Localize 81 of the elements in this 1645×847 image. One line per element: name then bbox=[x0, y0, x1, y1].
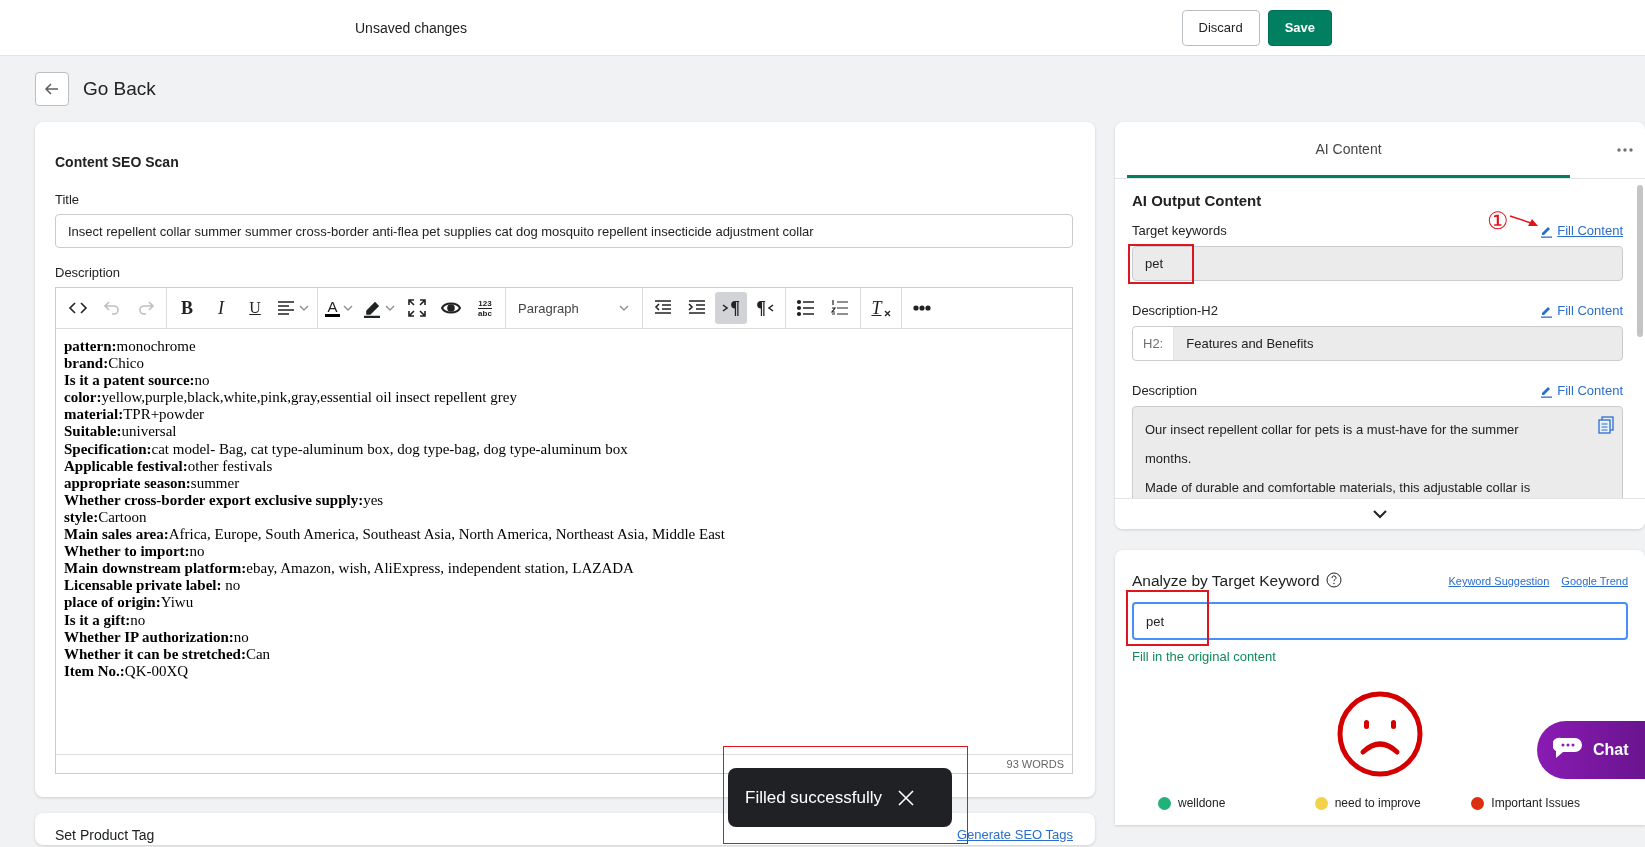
underline-button[interactable]: U bbox=[239, 292, 271, 324]
editor-line: Specification:cat model- Bag, cat type-aluminum box, dog type-bag, dog type-aluminum box bbox=[64, 440, 629, 458]
fill-content-link[interactable]: Fill Content bbox=[1540, 303, 1623, 318]
fullscreen-icon bbox=[407, 298, 427, 318]
right-to-left-button[interactable]: ¶ bbox=[749, 292, 781, 324]
editor-line: Whether IP authorization:no bbox=[64, 628, 250, 646]
unsaved-changes-label: Unsaved changes bbox=[355, 19, 469, 36]
discard-button[interactable]: Discard bbox=[1181, 9, 1260, 46]
back-button[interactable] bbox=[35, 72, 69, 106]
sad-face-icon bbox=[1336, 690, 1424, 778]
redo-icon bbox=[136, 298, 156, 318]
description-paragraph: Made of durable and comfortable materials, this adjustable collar is bbox=[1145, 479, 1532, 497]
section-title: Analyze by Target Keyword bbox=[1132, 572, 1320, 590]
editor-line: Whether it can be stretched:Can bbox=[64, 645, 272, 663]
editor-line: Item No.:QK-00XQ bbox=[64, 662, 190, 680]
google-trend-link[interactable]: Google Trend bbox=[1561, 575, 1628, 587]
help-icon[interactable] bbox=[1325, 572, 1342, 588]
editor-line: pattern:monochrome bbox=[64, 338, 197, 356]
editor-line: Main sales area:Africa, Europe, South America, Southeast Asia, North America, Northeast Asia, Middle East bbox=[64, 526, 726, 544]
field-label: Description bbox=[55, 265, 122, 280]
tab[interactable]: AI Content bbox=[1127, 122, 1570, 178]
arrow-icon bbox=[1509, 214, 1539, 228]
keyword-field[interactable]: pet bbox=[1132, 602, 1628, 640]
bulleted-list-icon bbox=[796, 298, 816, 318]
editor-line: brand:Chico bbox=[64, 355, 146, 373]
format-dropdown[interactable]: Paragraph bbox=[510, 292, 638, 324]
italic-button[interactable]: I bbox=[205, 292, 237, 324]
editor-line: Whether to import:no bbox=[64, 543, 206, 561]
description-paragraph: Our insect repellent collar for pets is a must-have for the summer months. bbox=[1145, 421, 1520, 468]
field-label: Target keywords bbox=[1132, 223, 1227, 238]
legend-label: need to improve bbox=[1334, 796, 1421, 810]
card-title: Set Product Tag bbox=[55, 827, 155, 845]
scrollbar-thumb[interactable] bbox=[1637, 185, 1643, 337]
align-icon bbox=[276, 298, 296, 318]
left-to-right-button[interactable]: ¶ bbox=[715, 292, 747, 324]
editor-line: style:Cartoon bbox=[64, 508, 148, 527]
word-count-label: 93 WORDS bbox=[1005, 757, 1065, 772]
numbered-list-icon bbox=[830, 298, 850, 318]
text-color-button[interactable]: A bbox=[322, 292, 357, 324]
editor-line: appropriate season:summer bbox=[64, 474, 241, 492]
editor-line: Is it a gift:no bbox=[64, 611, 147, 629]
keyword-suggestion-link[interactable]: Keyword Suggestion bbox=[1448, 575, 1550, 587]
undo-icon bbox=[102, 298, 122, 318]
x-icon bbox=[883, 309, 891, 317]
highlight-frame bbox=[1128, 244, 1194, 284]
editor-line: Applicable festival:other festivals bbox=[64, 457, 274, 475]
title-field[interactable]: Insect repellent collar summer summer cross-border anti-flea pet supplies cat dog mosquito repellent insecticide adjustment collar bbox=[55, 214, 1073, 248]
clear-format-button[interactable]: T bbox=[865, 292, 897, 324]
editor-line: place of origin:Yiwu bbox=[64, 594, 195, 612]
description-field[interactable]: Our insect repellent collar for pets is a must-have for the summer months. Made of durable and comfortable materials, this adjustable collar is bbox=[1132, 406, 1623, 500]
copy-icon[interactable] bbox=[1598, 416, 1614, 434]
prefix-label: H2: bbox=[1133, 327, 1175, 360]
editor-line: Whether cross-border export exclusive supply:yes bbox=[64, 491, 385, 509]
section-heading: AI Output Content bbox=[1132, 192, 1263, 209]
editor-line: Suitable:universal bbox=[64, 423, 178, 441]
back-arrow-icon bbox=[44, 81, 60, 97]
more-icon[interactable] bbox=[1617, 148, 1633, 152]
editor-line: Main downstream platform:ebay, Amazon, wish, AliExpress, independent station, LAZADA bbox=[64, 560, 635, 578]
close-icon[interactable] bbox=[898, 789, 914, 806]
legend-label: welldone bbox=[1178, 796, 1226, 810]
editor-line: Licensable private label: no bbox=[64, 577, 242, 595]
editor-line: Is it a patent source:no bbox=[64, 372, 211, 390]
editor-line: color:yellow,purple,black,white,pink,gray,essential oil insect repellent grey bbox=[64, 389, 518, 407]
chevron-down-icon[interactable] bbox=[1373, 509, 1387, 519]
page-title: Go Back bbox=[83, 78, 156, 100]
fill-content-link[interactable]: Fill Content bbox=[1540, 223, 1623, 238]
step-number: ① bbox=[1487, 207, 1509, 235]
legend-label: Important Issues bbox=[1491, 796, 1581, 810]
fill-content-link[interactable]: Fill Content bbox=[1540, 383, 1623, 398]
chat-button[interactable]: Chat bbox=[1537, 721, 1645, 779]
bold-button[interactable]: B bbox=[171, 292, 203, 324]
editor-line: material:TPR+powder bbox=[64, 406, 206, 424]
field-label: Description bbox=[1132, 383, 1198, 398]
save-button[interactable]: Save bbox=[1267, 9, 1332, 46]
toast-message: Filled successfully bbox=[745, 787, 882, 808]
field-label: Title bbox=[55, 192, 81, 207]
field-label: Description-H2 bbox=[1132, 303, 1218, 318]
word-count-button[interactable]: 123 abc bbox=[469, 292, 501, 324]
card-title: Content SEO Scan bbox=[55, 154, 180, 170]
h2-field[interactable]: H2: Features and Benefits bbox=[1132, 326, 1623, 361]
hint-text: Fill in the original content bbox=[1132, 649, 1277, 664]
